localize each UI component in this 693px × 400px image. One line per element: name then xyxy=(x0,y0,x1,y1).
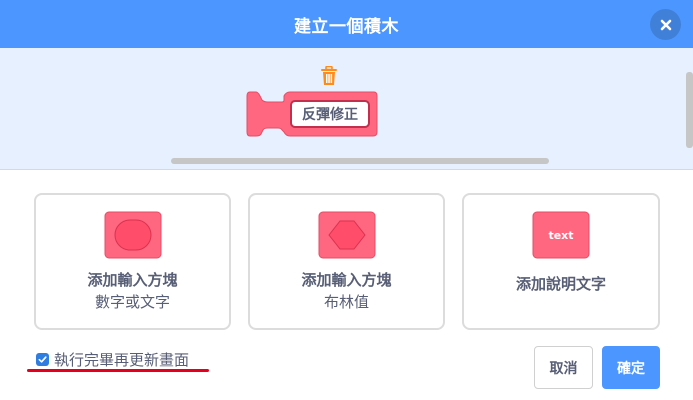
boolean-input-icon xyxy=(318,211,375,259)
highlight-underline xyxy=(27,369,209,372)
label-text-icon-caption: text xyxy=(548,229,573,242)
card-title: 添加輸入方塊 xyxy=(87,271,178,289)
card-title: 添加說明文字 xyxy=(515,275,606,293)
dialog-header: 建立一個積木 xyxy=(0,0,693,48)
add-input-boolean-card[interactable]: 添加輸入方塊 布林值 xyxy=(248,193,445,330)
card-text: 添加說明文字 xyxy=(464,273,658,295)
cancel-button[interactable]: 取消 xyxy=(534,346,593,389)
add-input-number-text-card[interactable]: 添加輸入方塊 數字或文字 xyxy=(34,193,231,330)
close-icon xyxy=(660,19,671,30)
card-subtitle: 數字或文字 xyxy=(94,293,170,311)
close-button[interactable] xyxy=(650,9,681,40)
trash-icon[interactable] xyxy=(320,66,338,86)
ok-button[interactable]: 確定 xyxy=(602,346,660,389)
vertical-scrollbar[interactable] xyxy=(686,72,693,148)
card-subtitle: 布林值 xyxy=(323,293,369,311)
horizontal-scrollbar[interactable] xyxy=(171,158,549,164)
label-text-icon: text xyxy=(532,211,590,259)
round-input-icon xyxy=(104,211,161,259)
add-label-text-card[interactable]: text 添加說明文字 xyxy=(462,193,660,330)
dialog-title: 建立一個積木 xyxy=(294,16,399,37)
card-title: 添加輸入方塊 xyxy=(301,271,392,289)
block-name-input[interactable]: 反彈修正 xyxy=(290,100,370,128)
checkmark-icon xyxy=(38,356,47,363)
run-without-refresh-checkbox[interactable] xyxy=(36,353,49,366)
card-text: 添加輸入方塊 布林值 xyxy=(250,269,443,313)
run-without-refresh-label: 執行完畢再更新畫面 xyxy=(54,351,190,369)
run-without-refresh-option[interactable]: 執行完畢再更新畫面 xyxy=(36,349,189,370)
card-text: 添加輸入方塊 數字或文字 xyxy=(36,269,229,313)
